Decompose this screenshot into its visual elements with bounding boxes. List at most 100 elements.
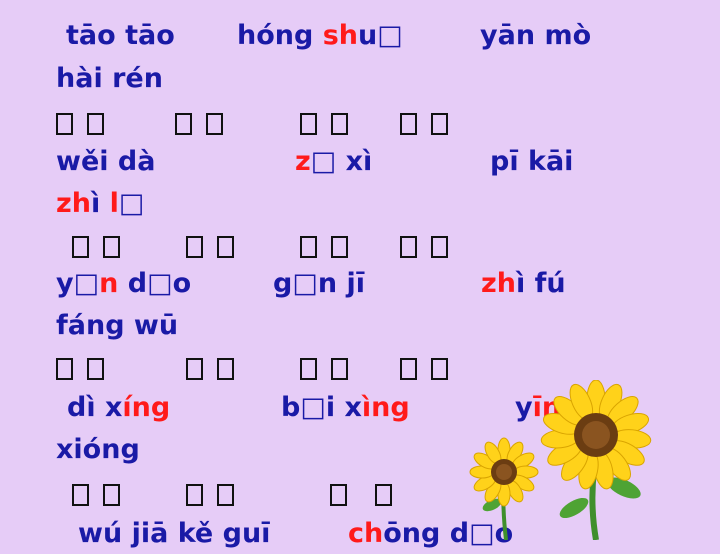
syllable-text: yān mò [480,20,592,51]
syllable-text: ōng d [383,518,470,549]
pinyin-word: pī kāi [490,146,573,177]
highlighted-syllable: l [109,188,119,219]
syllable-text: g [273,268,293,299]
pinyin-word: wěi dà [56,146,155,177]
answer-box[interactable] [331,236,348,258]
syllable-text: u [358,20,378,51]
pinyin-word: b□i xìng [281,392,410,423]
answer-box-group [186,356,248,387]
syllable-text: □ [377,20,403,51]
answer-box[interactable] [56,358,73,380]
large-sunflower [540,380,652,540]
answer-box-group [300,356,362,387]
answer-box[interactable] [331,113,348,135]
highlighted-syllable: ìng [361,392,410,423]
answer-box[interactable] [375,484,392,506]
syllable-text: o [172,268,192,299]
answer-box-row [0,107,720,143]
answer-box[interactable] [217,358,234,380]
answer-box[interactable] [87,358,104,380]
syllable-text: y [56,268,74,299]
highlighted-syllable: sh [322,20,359,51]
pinyin-row: tāo tāo hóng shu□ yān mò [0,20,720,56]
answer-box[interactable] [300,358,317,380]
answer-box[interactable] [431,113,448,135]
answer-box[interactable] [331,358,348,380]
answer-box-group [400,356,462,387]
syllable-text: xì [336,146,373,177]
pinyin-word: zhì l□ [56,188,144,219]
pinyin-word: yān mò [480,20,591,51]
syllable-text: dì x [67,392,123,423]
pinyin-word: tāo tāo [66,20,175,51]
answer-box[interactable] [300,113,317,135]
answer-box[interactable] [103,236,120,258]
answer-box[interactable] [217,484,234,506]
answer-box-group [300,111,362,142]
sunflowers-illustration [469,380,652,540]
small-sunflower [469,437,539,540]
syllable-text: fáng wū [56,310,179,341]
syllable-text: n jī [317,268,365,299]
syllable-text: □ [147,268,173,299]
answer-box-group [400,234,462,265]
syllable-text: wú jiā kě guī [78,518,271,549]
answer-box-group [186,482,248,513]
highlighted-syllable: ch [348,518,384,549]
answer-box[interactable] [431,236,448,258]
pinyin-word: hài rén [56,63,163,94]
syllable-text: hóng [237,20,323,51]
answer-box-group [400,111,462,142]
answer-box[interactable] [330,484,347,506]
pinyin-row: y□n d□o g □ n jī zhì fú [0,268,720,304]
answer-box-group [72,482,134,513]
pinyin-word: fáng wū [56,310,178,341]
answer-box[interactable] [400,113,417,135]
answer-box[interactable] [103,484,120,506]
pinyin-row: zhì l□ [0,188,720,224]
answer-box-group [186,234,248,265]
answer-box[interactable] [431,358,448,380]
pinyin-word: hóng shu□ [237,20,403,51]
syllable-text: xióng [56,434,140,465]
answer-box[interactable] [72,236,89,258]
pinyin-word: wú jiā kě guī [78,518,270,549]
pinyin-word: zhì fú [481,268,566,299]
highlighted-syllable: z [295,146,311,177]
answer-box[interactable] [175,113,192,135]
answer-box-group [330,482,361,513]
pinyin-word: dì xíng [67,392,170,423]
highlighted-syllable: íng [122,392,171,423]
answer-box[interactable] [87,113,104,135]
answer-box-group [300,234,362,265]
syllable-text: □ [73,268,100,299]
answer-box[interactable] [186,358,203,380]
highlighted-syllable: zh [481,268,516,299]
answer-box[interactable] [186,236,203,258]
answer-box-group [175,111,237,142]
syllable-text: ì [90,188,110,219]
answer-box[interactable] [400,236,417,258]
syllable-text: i x [325,392,362,423]
answer-box[interactable] [186,484,203,506]
answer-box[interactable] [72,484,89,506]
syllable-text: b [281,392,301,423]
syllable-text: □ [118,188,145,219]
pinyin-word: y□n d□o [56,268,191,299]
answer-box[interactable] [206,113,223,135]
pinyin-row: hài rén [0,63,720,99]
answer-box[interactable] [217,236,234,258]
answer-box-row [0,230,720,266]
answer-box[interactable] [400,358,417,380]
answer-box-group [56,356,118,387]
answer-box[interactable] [300,236,317,258]
pinyin-row: wěi dà z□ xì pī kāi [0,146,720,182]
answer-box-group [72,234,134,265]
syllable-text: ì fú [515,268,566,299]
syllable-text: wěi dà [56,146,156,177]
highlighted-syllable: zh [56,188,91,219]
syllable-text: □ [300,392,326,423]
answer-box-group [56,111,118,142]
syllable-text: □ [310,146,337,177]
answer-box[interactable] [56,113,73,135]
